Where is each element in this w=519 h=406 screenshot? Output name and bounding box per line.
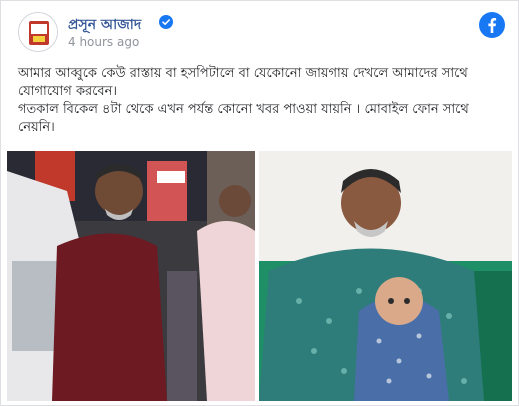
man-on-street-photo[interactable]: [7, 151, 255, 401]
post-text-line-2: গতকাল বিকেল ৪টা থেকে এখন পর্যন্ত কোনো খব…: [18, 102, 469, 135]
author-name[interactable]: প্রসূন আজাদ: [68, 13, 141, 37]
post-text: আমার আব্বুকে কেউ রাস্তায় বা হসপিটালে বা…: [18, 65, 498, 137]
facebook-post-card: প্রসূন আজাদ 4 hours ago আমার আব্বুকে কেউ…: [0, 0, 519, 406]
photo-grid: [7, 151, 512, 401]
author-avatar[interactable]: [18, 12, 58, 52]
facebook-icon[interactable]: [479, 12, 505, 38]
post-text-line-1: আমার আব্বুকে কেউ রাস্তায় বা হসপিটালে বা…: [18, 66, 468, 99]
verified-badge-icon: [159, 15, 173, 29]
post-header: প্রসূন আজাদ 4 hours ago: [1, 1, 518, 61]
post-timestamp[interactable]: 4 hours ago: [68, 35, 139, 49]
man-with-child-photo[interactable]: [259, 151, 512, 401]
